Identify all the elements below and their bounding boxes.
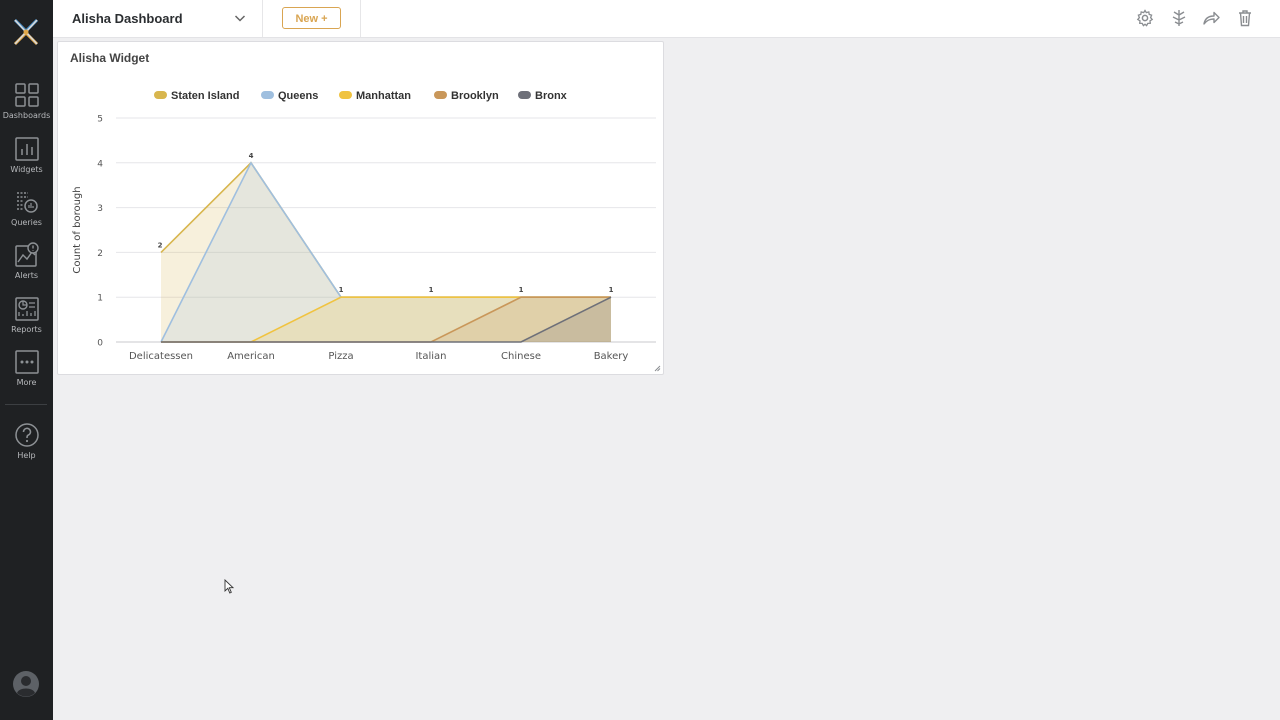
y-axis-label: Count of borough [72, 186, 83, 273]
widget-card[interactable]: Alisha Widget 0 1 2 3 4 5 Count of borough Deli… [57, 41, 664, 375]
y-tick-label: 2 [97, 249, 103, 259]
y-tick-label: 1 [97, 294, 103, 304]
dashboard-selector[interactable]: Alisha Dashboard [53, 0, 263, 37]
legend-swatch [434, 91, 447, 99]
sidebar-item-alerts[interactable]: Alerts [0, 242, 53, 292]
y-tick-label: 0 [97, 339, 103, 349]
data-label: 1 [519, 286, 524, 294]
sidebar-item-help[interactable]: Help [0, 422, 53, 472]
sidebar-item-label: Help [17, 451, 36, 460]
x-tick-label: Chinese [501, 351, 541, 362]
data-label: 1 [339, 286, 344, 294]
area-chart: 0 1 2 3 4 5 Count of borough Delicatessen Americ… [72, 90, 656, 362]
data-label: 2 [158, 241, 163, 249]
widgets-icon [14, 137, 39, 161]
sidebar: Dashboards Widgets Queries Alerts Report… [0, 0, 53, 720]
settings-icon[interactable] [1136, 9, 1154, 27]
queries-icon [16, 192, 38, 213]
legend-label: Manhattan [356, 90, 411, 102]
y-tick-label: 4 [97, 159, 103, 169]
sidebar-item-reports[interactable]: Reports [0, 296, 53, 346]
alerts-icon [14, 242, 39, 267]
sidebar-item-more[interactable]: More [0, 349, 53, 399]
x-tick-label: Delicatessen [129, 351, 193, 362]
sidebar-item-label: More [16, 378, 37, 387]
share-icon[interactable] [1202, 9, 1220, 27]
legend-swatch [518, 91, 531, 99]
sidebar-item-label: Widgets [10, 165, 43, 174]
user-avatar-icon[interactable] [12, 670, 40, 698]
sidebar-item-queries[interactable]: Queries [0, 189, 53, 239]
resize-handle-icon[interactable] [654, 365, 661, 372]
x-tick-label: American [227, 351, 275, 362]
dashboard-title: Alisha Dashboard [72, 11, 183, 26]
legend-swatch [339, 91, 352, 99]
sidebar-divider [5, 404, 47, 405]
x-tick-label: Pizza [328, 351, 353, 362]
legend-label: Queens [278, 90, 318, 102]
more-icon [14, 350, 39, 374]
toolbar-divider [360, 0, 361, 37]
data-label: 1 [609, 286, 614, 294]
chevron-down-icon [234, 15, 246, 22]
sidebar-item-widgets[interactable]: Widgets [0, 136, 53, 186]
legend-label: Bronx [535, 90, 568, 102]
top-bar: Alisha Dashboard New + [53, 0, 1280, 38]
x-tick-label: Bakery [594, 351, 629, 362]
legend-label: Brooklyn [451, 90, 499, 102]
data-label: 1 [429, 286, 434, 294]
sidebar-item-label: Alerts [14, 271, 39, 280]
sidebar-item-label: Dashboards [2, 111, 51, 120]
help-icon [14, 423, 39, 447]
sidebar-item-label: Reports [11, 325, 42, 334]
reports-icon [14, 297, 39, 321]
sidebar-item-dashboards[interactable]: Dashboards [0, 82, 53, 132]
trash-icon[interactable] [1236, 9, 1254, 27]
app-logo-icon[interactable] [12, 17, 40, 47]
legend-swatch [154, 91, 167, 99]
legend-swatch [261, 91, 274, 99]
new-button[interactable]: New + [282, 7, 341, 29]
filter-icon[interactable] [1170, 9, 1188, 27]
data-label: 4 [249, 152, 254, 160]
dashboards-icon [14, 83, 39, 107]
y-tick-label: 3 [97, 204, 103, 214]
sidebar-item-label: Queries [11, 218, 42, 227]
x-tick-label: Italian [415, 351, 446, 362]
legend-label: Staten Island [171, 90, 239, 102]
y-tick-label: 5 [97, 115, 103, 125]
mouse-cursor-icon [224, 579, 234, 594]
